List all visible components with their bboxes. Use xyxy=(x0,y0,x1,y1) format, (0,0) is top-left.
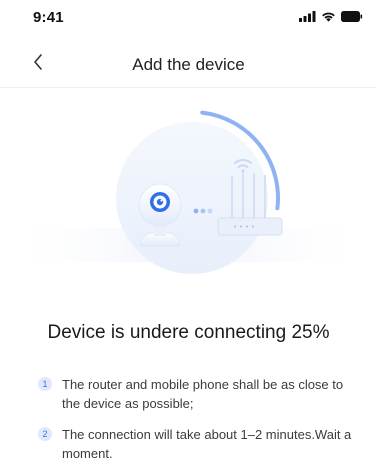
camera-icon xyxy=(138,183,182,247)
connection-illustration xyxy=(0,100,377,310)
tip-text: The router and mobile phone shall be as … xyxy=(62,377,344,411)
page-title: Add the device xyxy=(132,55,245,74)
wifi-icon xyxy=(321,11,336,22)
status-bar: 9:41 xyxy=(0,0,377,34)
battery-icon xyxy=(341,11,363,22)
connection-status-text: Device is undere connecting 25% xyxy=(47,322,330,343)
nav-bar: Add the device xyxy=(0,44,377,88)
tip-text: The connection will take about 1–2 minut… xyxy=(62,427,352,461)
cellular-signal-icon xyxy=(299,11,316,22)
tips-list: 1 The router and mobile phone shall be a… xyxy=(38,375,358,475)
tip-number-badge: 2 xyxy=(38,427,52,441)
status-time: 9:41 xyxy=(33,9,64,26)
tip-item: 1 The router and mobile phone shall be a… xyxy=(38,375,358,413)
tip-item: 2 The connection will take about 1–2 min… xyxy=(38,425,358,463)
tip-number-badge: 1 xyxy=(38,377,52,391)
status-icons xyxy=(299,11,363,22)
background-circle xyxy=(116,122,268,274)
connection-dots xyxy=(193,208,213,214)
